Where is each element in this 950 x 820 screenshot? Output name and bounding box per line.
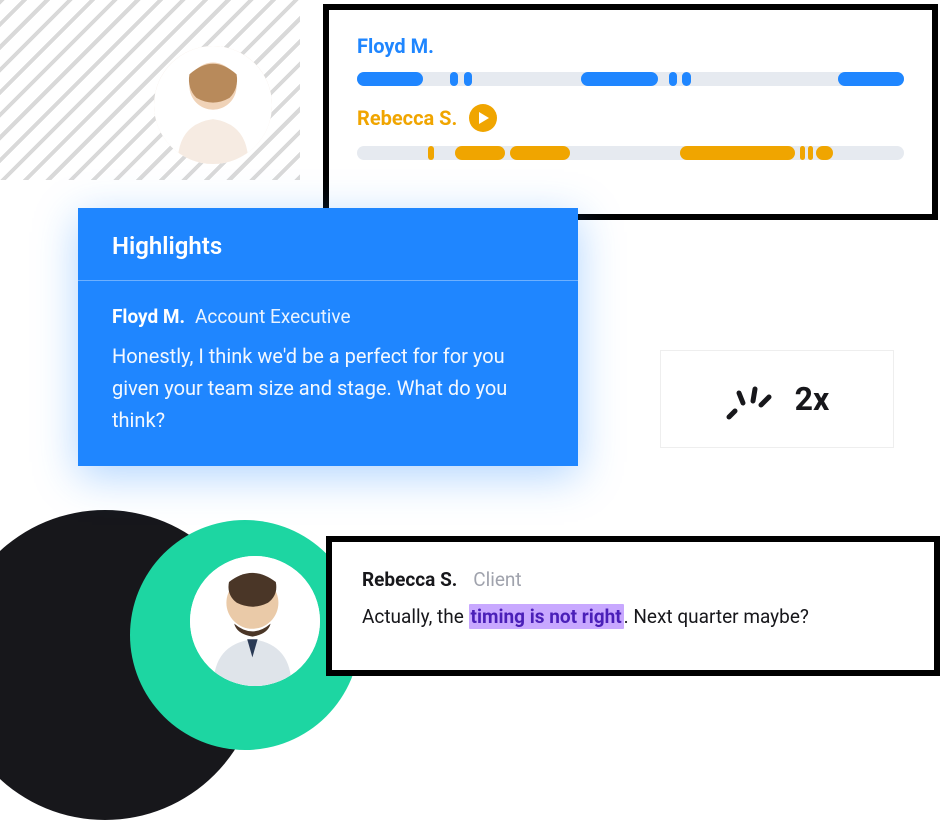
wave-segment bbox=[808, 146, 813, 160]
transcript-pre: Actually, the bbox=[362, 605, 469, 628]
waveform-card: Floyd M. Rebecca S. bbox=[323, 4, 938, 220]
avatar-floyd bbox=[154, 46, 272, 164]
highlight-speaker-name: Floyd M. bbox=[112, 305, 185, 328]
wave-segment bbox=[428, 146, 433, 160]
transcript-card: Rebecca S. Client Actually, the timing i… bbox=[326, 536, 940, 676]
click-spark-icon bbox=[725, 377, 773, 421]
highlights-card: Highlights Floyd M. Account Executive Ho… bbox=[78, 208, 578, 466]
highlight-speaker-role: Account Executive bbox=[195, 305, 351, 328]
wave-segment bbox=[669, 72, 677, 86]
wave-segment bbox=[510, 146, 570, 160]
wave-segment bbox=[800, 146, 805, 160]
wave-segment bbox=[581, 72, 658, 86]
speaker-label-1: Floyd M. bbox=[357, 34, 904, 58]
wave-segment bbox=[455, 146, 504, 160]
wave-segment bbox=[838, 72, 904, 86]
play-button[interactable] bbox=[469, 104, 497, 132]
transcript-post: . Next quarter maybe? bbox=[624, 605, 809, 628]
wave-segment bbox=[464, 72, 472, 86]
transcript-speaker-role: Client bbox=[473, 568, 521, 591]
speaker-label-2: Rebecca S. bbox=[357, 106, 457, 130]
highlights-title: Highlights bbox=[78, 208, 578, 281]
avatar-rebecca bbox=[190, 556, 320, 686]
playback-speed-card[interactable]: 2x bbox=[660, 350, 894, 448]
waveform-track-2[interactable] bbox=[357, 146, 904, 160]
play-icon bbox=[478, 112, 490, 124]
wave-segment bbox=[816, 146, 832, 160]
wave-segment bbox=[682, 72, 690, 86]
wave-segment bbox=[357, 72, 423, 86]
waveform-track-1[interactable] bbox=[357, 72, 904, 86]
transcript-highlight-phrase[interactable]: timing is not right bbox=[469, 604, 624, 629]
highlights-body: Floyd M. Account Executive Honestly, I t… bbox=[78, 281, 578, 466]
highlight-quote: Honestly, I think we'd be a perfect for … bbox=[112, 340, 544, 436]
transcript-speaker-name: Rebecca S. bbox=[362, 568, 457, 591]
wave-segment bbox=[680, 146, 795, 160]
transcript-text: Actually, the timing is not right. Next … bbox=[362, 605, 904, 628]
playback-speed-label: 2x bbox=[795, 380, 830, 418]
wave-segment bbox=[450, 72, 458, 86]
speaker-row-2: Rebecca S. bbox=[357, 104, 904, 132]
